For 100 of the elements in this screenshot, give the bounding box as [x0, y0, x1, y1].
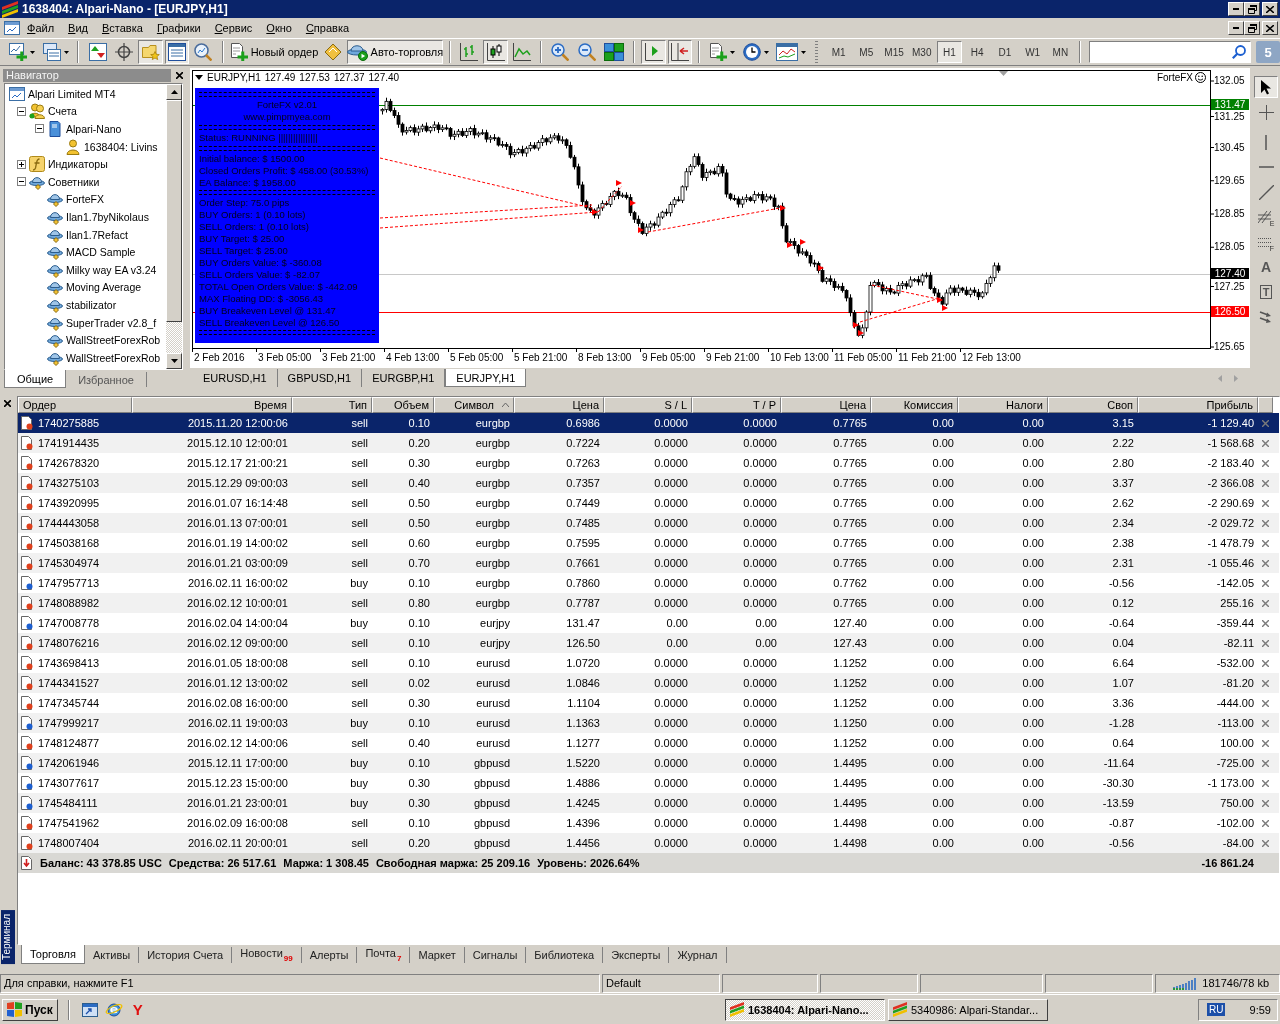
column-header[interactable]: Тип [292, 397, 372, 413]
timeframe-button[interactable]: M15 [881, 41, 907, 63]
restore-button[interactable] [1244, 21, 1260, 35]
candlestick-button[interactable] [483, 40, 508, 64]
column-header[interactable]: Цена [514, 397, 604, 413]
close-button[interactable] [1262, 21, 1278, 35]
tab[interactable]: Журнал [669, 947, 727, 963]
menu-item[interactable]: Окно [259, 21, 299, 35]
order-row[interactable]: 1744341527 2016.01.12 13:00:02 sell 0.02 eurusd 1.0846 0.0000 0.0000 1.1252 0.00 0.00 1.07 -81.20 [18, 673, 1279, 693]
taskbar-button[interactable]: 5340986: Alpari-Standar... [888, 998, 1048, 1021]
tree-item[interactable]: Ilan1.7byNikolaus [66, 210, 149, 223]
chart-shift-button[interactable] [667, 40, 693, 64]
column-header[interactable]: Прибыль [1138, 397, 1258, 413]
tree-item[interactable]: Alpari Limited MT4 [28, 87, 116, 100]
column-header[interactable]: Объем [372, 397, 434, 413]
column-header[interactable]: Налоги [958, 397, 1048, 413]
tree-item[interactable]: SuperTrader v2.8_f [66, 316, 157, 329]
language-indicator[interactable]: RU [1207, 1003, 1226, 1016]
tab[interactable]: Эксперты [603, 947, 670, 963]
chart-tab[interactable]: EURJPY,H1 [445, 369, 527, 387]
order-row[interactable]: 1740275885 2015.11.20 12:00:06 sell 0.10 eurgbp 0.6986 0.0000 0.0000 0.7765 0.00 0.00 3.15 -1 129.40 [18, 413, 1279, 433]
tab[interactable]: Маркет [410, 947, 465, 963]
plus-box-icon[interactable] [16, 159, 26, 169]
tab[interactable]: Активы [84, 947, 140, 963]
column-header[interactable]: Время [132, 397, 292, 413]
column-header[interactable]: Комиссия [871, 397, 958, 413]
tree-item[interactable]: stabilizator [66, 298, 117, 311]
taskbar-button[interactable]: 1638404: Alpari-Nano... [725, 998, 885, 1021]
order-row[interactable]: 1741914435 2015.12.10 12:00:01 sell 0.20 eurgbp 0.7224 0.0000 0.0000 0.7765 0.00 0.00 2.22 -1 568.68 [18, 433, 1279, 453]
tree-item[interactable]: MACD Sample [66, 246, 136, 259]
order-row[interactable]: 1747999217 2016.02.11 19:00:03 buy 0.10 eurusd 1.1363 0.0000 0.0000 1.1250 0.00 0.00 -1.28 -113.00 [18, 713, 1279, 733]
scrollbar-thumb[interactable] [166, 100, 182, 322]
order-row[interactable]: 1742061946 2015.12.11 17:00:00 buy 0.10 gbpusd 1.5220 0.0000 0.0000 1.4495 0.00 0.00 -11.64 -725.00 [18, 753, 1279, 773]
text-label-button[interactable]: T [1254, 281, 1278, 303]
order-row[interactable]: 1748088982 2016.02.12 10:00:01 sell 0.80 eurgbp 0.7787 0.0000 0.0000 0.7765 0.00 0.00 0.12 255.16 [18, 593, 1279, 613]
new-chart-button[interactable] [6, 40, 38, 64]
tree-item[interactable]: WallStreetForexRob [66, 334, 161, 347]
search-field[interactable] [1089, 41, 1252, 63]
tab[interactable]: Торговля [21, 945, 85, 964]
restore-button[interactable] [1244, 2, 1260, 16]
minus-box-icon[interactable] [34, 124, 44, 134]
scroll-down-button[interactable] [166, 353, 182, 369]
tree-item[interactable]: Индикаторы [48, 158, 108, 171]
templates-button[interactable] [773, 40, 809, 64]
column-header[interactable]: Цена [781, 397, 871, 413]
text-tool-button[interactable]: A [1254, 256, 1278, 278]
column-header[interactable]: S / L [604, 397, 692, 413]
menu-item[interactable]: Графики [149, 21, 208, 35]
close-icon[interactable] [176, 71, 183, 79]
order-row[interactable]: 1744443058 2016.01.13 07:00:01 sell 0.50 eurgbp 0.7485 0.0000 0.0000 0.7765 0.00 0.00 2.34 -2 029.72 [18, 513, 1279, 533]
close-icon[interactable] [4, 400, 11, 407]
timeframe-button[interactable]: MN [1047, 41, 1074, 63]
order-row[interactable]: 1748007404 2016.02.11 20:00:01 sell 0.20 gbpusd 1.4456 0.0000 0.0000 1.4498 0.00 0.00 -0.56 -84.00 [18, 833, 1279, 853]
tree-item[interactable]: Alpari-Nano [66, 123, 122, 135]
triangle-marker-icon[interactable] [999, 71, 1008, 76]
tab[interactable]: Алерты [301, 947, 358, 963]
tree-item[interactable]: Счета [48, 105, 77, 118]
minus-box-icon[interactable] [16, 177, 26, 187]
menu-item[interactable]: Вставка [95, 21, 150, 35]
tab[interactable]: Избранное [66, 372, 147, 387]
menu-item[interactable]: Сервис [207, 21, 260, 35]
caret-icon[interactable] [195, 75, 203, 80]
minus-box-icon[interactable] [16, 106, 26, 116]
auto-trading-button[interactable]: Авто-торговля [346, 40, 443, 64]
tree-item[interactable]: Ilan1.7Refact [66, 228, 128, 241]
timeframe-button[interactable]: D1 [992, 41, 1018, 63]
order-row[interactable]: 1748076216 2016.02.12 09:00:00 sell 0.10 eurjpy 126.50 0.00 0.00 127.43 0.00 0.00 0.04 -82.11 [18, 633, 1279, 653]
tree-item[interactable]: Moving Average [66, 281, 142, 294]
menu-item[interactable]: Справка [298, 21, 357, 35]
chart-tab[interactable]: GBPUSD,H1 [277, 369, 363, 387]
navigator-button[interactable] [138, 40, 163, 64]
terminal-button[interactable] [164, 40, 190, 64]
menu-item[interactable]: Вид [61, 21, 95, 35]
menu-item[interactable]: Файл [20, 21, 62, 35]
timeframe-button[interactable]: H1 [936, 41, 963, 63]
order-row[interactable]: 1743275103 2015.12.29 09:00:03 sell 0.40 eurgbp 0.7357 0.0000 0.0000 0.7765 0.00 0.00 3.37 -2 366.08 [18, 473, 1279, 493]
column-header[interactable]: Своп [1048, 397, 1138, 413]
tab[interactable]: Сигналы [464, 947, 527, 963]
timeframe-button[interactable]: M30 [908, 41, 935, 63]
order-row[interactable]: 1745484111 2016.01.21 23:00:01 buy 0.30 gbpusd 1.4245 0.0000 0.0000 1.4495 0.00 0.00 -13.59 750.00 [18, 793, 1279, 813]
timeframe-button[interactable]: M1 [825, 41, 852, 63]
chart-tab[interactable]: EURUSD,H1 [193, 369, 278, 387]
auto-scroll-button[interactable] [641, 40, 666, 64]
tree-item[interactable]: WallStreetForexRob [66, 351, 161, 364]
timeframe-button[interactable]: M5 [853, 41, 880, 63]
tree-item[interactable]: 1638404: Livins [84, 140, 158, 153]
tree-item[interactable]: Советники [48, 175, 100, 188]
minimize-button[interactable] [1228, 21, 1244, 35]
timeframe-button[interactable]: H4 [964, 41, 991, 63]
column-header[interactable]: T / P [692, 397, 781, 413]
tab[interactable]: История Счета [139, 947, 233, 963]
tree-item[interactable]: Milky way EA v3.24 [66, 263, 157, 276]
new-order-button[interactable]: Новый ордер [229, 40, 319, 64]
cursor-tool-button[interactable] [1254, 76, 1278, 98]
tab[interactable]: Новости$_{99}$ [232, 947, 302, 963]
tab[interactable]: Библиотека [526, 947, 604, 963]
column-header[interactable]: Символ [434, 397, 514, 413]
minimize-button[interactable] [1228, 2, 1244, 16]
tab[interactable]: Почта$_{7}$ [357, 947, 411, 963]
tab[interactable]: Общие [4, 370, 67, 388]
